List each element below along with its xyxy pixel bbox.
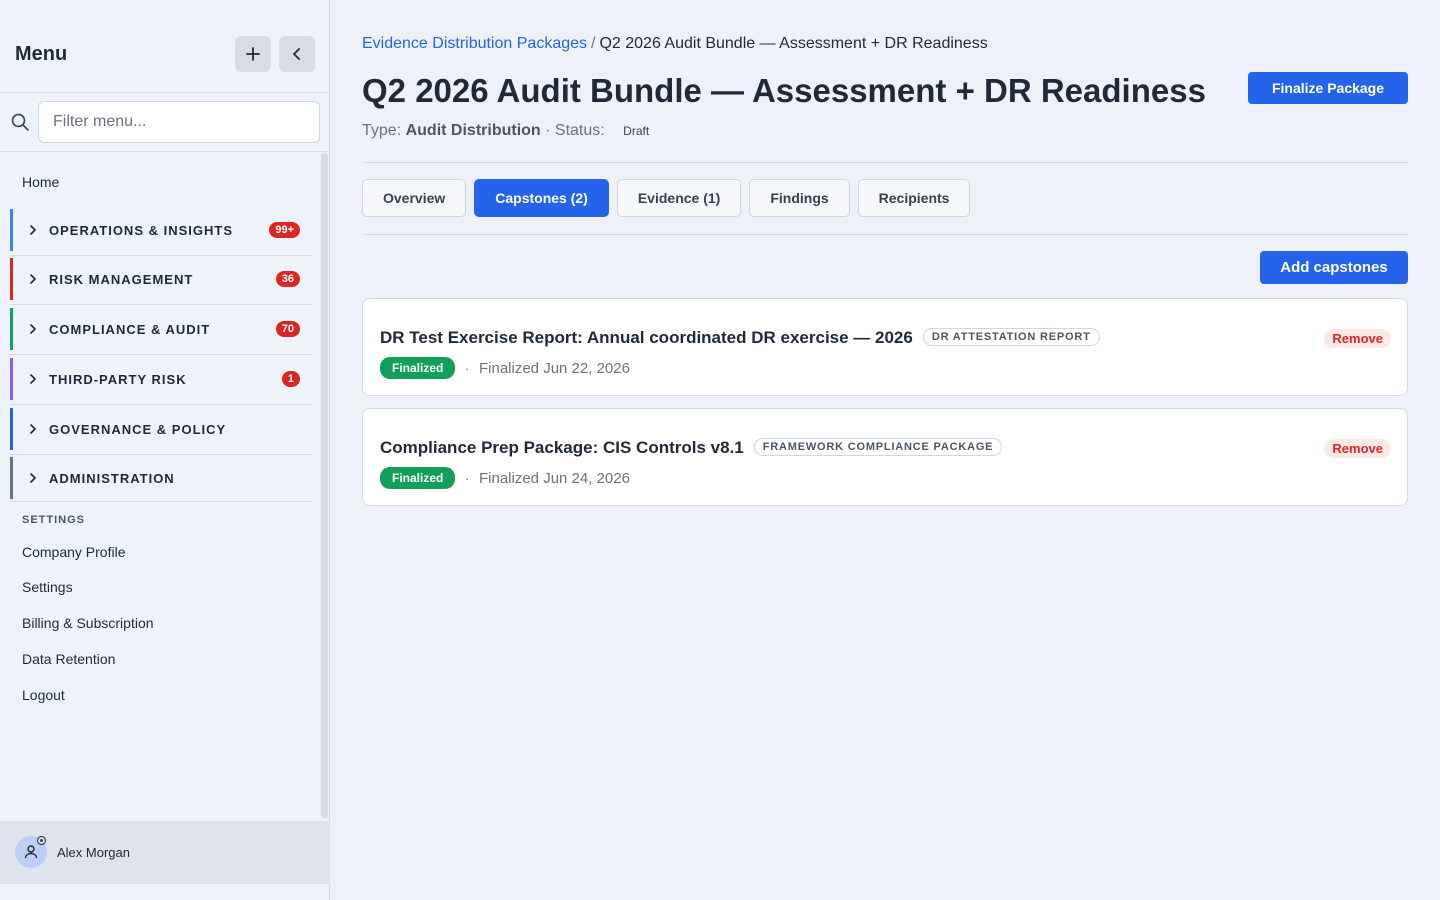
finalize-package-button[interactable]: Finalize Package <box>1248 72 1408 104</box>
divider <box>362 234 1408 235</box>
chevron-right-icon <box>30 274 36 284</box>
capstone-card: Compliance Prep Package: CIS Controls v8… <box>362 408 1408 506</box>
capstone-status-badge: Finalized <box>380 467 456 489</box>
sidebar-group-third-party-risk[interactable]: THIRD-PARTY RISK 1 <box>10 358 312 400</box>
breadcrumb-separator: / <box>591 35 596 52</box>
chevron-left-icon <box>293 48 300 60</box>
sidebar-title: Menu <box>15 43 68 65</box>
filter-menu-input[interactable] <box>38 101 320 143</box>
capstone-title-text: Compliance Prep Package: CIS Controls v8… <box>380 438 744 457</box>
sidebar-divider <box>10 304 312 305</box>
sidebar-group-label: ADMINISTRATION <box>49 470 175 486</box>
status-label: · Status: <box>545 122 605 139</box>
sidebar-divider <box>10 501 312 502</box>
sidebar-group-compliance-audit[interactable]: COMPLIANCE & AUDIT 70 <box>10 308 312 350</box>
main-content: Evidence Distribution Packages / Q2 2026 A… <box>331 0 1440 900</box>
sidebar-group-governance-policy[interactable]: GOVERNANCE & POLICY <box>10 408 312 450</box>
sidebar-item-company-profile[interactable]: Company Profile <box>22 544 126 560</box>
collapse-sidebar-button[interactable] <box>279 36 315 72</box>
add-capstones-button[interactable]: Add capstones <box>1260 251 1408 284</box>
type-label: Type: <box>362 122 402 139</box>
tab-overview[interactable]: Overview <box>362 179 467 217</box>
capstone-type-tag: DR ATTESTATION REPORT <box>922 327 1100 346</box>
package-meta: Type: Audit Distribution · Status: Draft <box>362 122 649 140</box>
page-title: Q2 2026 Audit Bundle — Assessment + DR R… <box>362 72 1206 109</box>
sidebar-item-data-retention[interactable]: Data Retention <box>22 651 115 667</box>
capstone-finalized-date: Finalized Jun 24, 2026 <box>479 470 630 487</box>
sidebar-group-administration[interactable]: ADMINISTRATION <box>10 457 312 499</box>
sidebar-group-label: COMPLIANCE & AUDIT <box>49 321 211 337</box>
capstone-card: DR Test Exercise Report: Annual coordina… <box>362 298 1408 396</box>
status-badge: Draft <box>623 124 650 138</box>
sidebar-divider <box>10 404 312 405</box>
user-icon <box>24 845 38 859</box>
capstone-separator: · <box>465 471 470 486</box>
sidebar-group-operations-insights[interactable]: OPERATIONS & INSIGHTS 99+ <box>10 209 312 251</box>
chevron-right-icon <box>30 374 36 384</box>
breadcrumb: Evidence Distribution Packages / Q2 2026 A… <box>362 35 988 53</box>
capstone-title-text: DR Test Exercise Report: Annual coordina… <box>380 328 913 347</box>
tab-findings[interactable]: Findings <box>749 179 850 217</box>
count-badge: 36 <box>275 271 300 287</box>
divider <box>362 162 1408 163</box>
sidebar-item-settings[interactable]: Settings <box>22 579 73 595</box>
sidebar-divider <box>10 454 312 455</box>
sidebar-group-label: OPERATIONS & INSIGHTS <box>49 222 233 238</box>
sidebar-item-home[interactable]: Home <box>22 174 59 190</box>
plus-icon <box>246 47 260 61</box>
type-value: Audit Distribution <box>405 122 541 139</box>
breadcrumb-current: Q2 2026 Audit Bundle — Assessment + DR R… <box>599 35 988 52</box>
sidebar-divider <box>10 255 312 256</box>
sidebar-scrollbar[interactable] <box>321 153 328 818</box>
chevron-right-icon <box>30 324 36 334</box>
capstone-title: Compliance Prep Package: CIS Controls v8… <box>380 437 1003 458</box>
sidebar-header: Menu <box>0 0 329 93</box>
remove-button[interactable]: Remove <box>1324 439 1391 458</box>
tab-bar: Overview Capstones (2) Evidence (1) Find… <box>362 179 971 217</box>
tab-recipients[interactable]: Recipients <box>857 179 971 217</box>
sidebar-item-logout[interactable]: Logout <box>22 687 65 703</box>
sidebar-search <box>0 93 329 152</box>
capstone-status-badge: Finalized <box>380 357 456 379</box>
search-icon <box>11 113 29 131</box>
remove-button[interactable]: Remove <box>1324 329 1391 348</box>
sidebar: Menu Home OPERATIONS & INSIGHTS 99+ RISK M… <box>0 0 330 900</box>
capstone-title: DR Test Exercise Report: Annual coordina… <box>380 327 1100 348</box>
breadcrumb-parent-link[interactable]: Evidence Distribution Packages <box>362 35 587 52</box>
sidebar-divider <box>10 354 312 355</box>
capstone-type-tag: FRAMEWORK COMPLIANCE PACKAGE <box>753 437 1003 456</box>
count-badge: 99+ <box>269 222 300 238</box>
tab-capstones[interactable]: Capstones (2) <box>474 179 609 217</box>
count-badge: 70 <box>275 321 300 337</box>
count-badge: 1 <box>281 371 300 387</box>
user-name: Alex Morgan <box>57 845 130 860</box>
user-footer[interactable]: Alex Morgan <box>0 821 330 884</box>
chevron-right-icon <box>30 424 36 434</box>
sidebar-group-risk-management[interactable]: RISK MANAGEMENT 36 <box>10 258 312 300</box>
tab-evidence[interactable]: Evidence (1) <box>616 179 742 217</box>
sidebar-item-billing[interactable]: Billing & Subscription <box>22 615 154 631</box>
sidebar-group-label: RISK MANAGEMENT <box>49 271 194 287</box>
settings-heading: SETTINGS <box>22 514 86 526</box>
capstone-separator: · <box>465 361 470 376</box>
gear-icon <box>36 835 47 846</box>
capstone-finalized-date: Finalized Jun 22, 2026 <box>479 360 630 377</box>
sidebar-group-label: THIRD-PARTY RISK <box>49 371 187 387</box>
add-button[interactable] <box>235 36 271 72</box>
chevron-right-icon <box>30 225 36 235</box>
sidebar-group-label: GOVERNANCE & POLICY <box>49 421 227 437</box>
chevron-right-icon <box>30 473 36 483</box>
